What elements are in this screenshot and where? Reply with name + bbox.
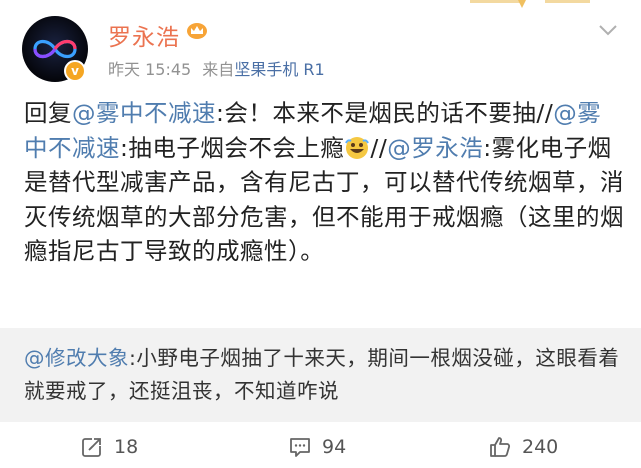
post-header: v 罗永浩 昨天 15:45 来自坚果手机 R1 — [0, 10, 641, 88]
author-name[interactable]: 罗永浩 — [108, 18, 180, 52]
crown-badge-icon — [187, 23, 207, 39]
like-button[interactable]: 240 — [488, 434, 558, 460]
like-count: 240 — [522, 436, 559, 458]
weibo-post-screen: v 罗永浩 昨天 15:45 来自坚果手机 R1 回复@雾中不减速:会！本来不是… — [0, 0, 641, 468]
chevron-down-icon[interactable] — [598, 24, 618, 36]
post-content: 回复@雾中不减速:会！本来不是烟民的话不要抽//@雾中不减速:抽电子烟会不会上瘾… — [24, 96, 624, 269]
thumbs-up-icon — [490, 437, 511, 457]
comment-count: 94 — [322, 436, 347, 458]
quoted-comment[interactable]: @修改大象:小野电子烟抽了十来天，期间一根烟没碰，这眼看着就要戒了，还挺沮丧，不… — [0, 328, 641, 422]
repost-button[interactable]: 18 — [80, 434, 138, 460]
post-time: 昨天 15:45 — [108, 60, 192, 79]
source-prefix: 来自 — [202, 60, 235, 79]
mention-link[interactable]: @罗永浩 — [387, 134, 483, 162]
post-meta: 昨天 15:45 来自坚果手机 R1 — [108, 56, 325, 80]
mention-link[interactable]: @雾中不减速 — [72, 99, 216, 127]
comment-button[interactable]: 94 — [288, 434, 346, 460]
content-text: :抽电子烟会不会上瘾 — [120, 133, 345, 162]
laughing-emoji-icon — [345, 136, 370, 159]
action-bar: 18 94 240 — [0, 422, 641, 468]
quoted-comment-text: @修改大象:小野电子烟抽了十来天，期间一根烟没碰，这眼看着就要戒了，还挺沮丧，不… — [24, 342, 624, 408]
verified-badge-icon: v — [64, 60, 86, 82]
mention-link[interactable]: @修改大象 — [24, 346, 129, 370]
content-text: // — [370, 133, 388, 162]
comment-icon — [290, 438, 310, 457]
reply-prefix: 回复 — [24, 99, 72, 127]
content-text: :会！本来不是烟民的话不要抽// — [216, 99, 554, 127]
source-device[interactable]: 坚果手机 R1 — [234, 60, 324, 79]
repost-icon — [82, 436, 103, 457]
repost-count: 18 — [114, 436, 139, 458]
